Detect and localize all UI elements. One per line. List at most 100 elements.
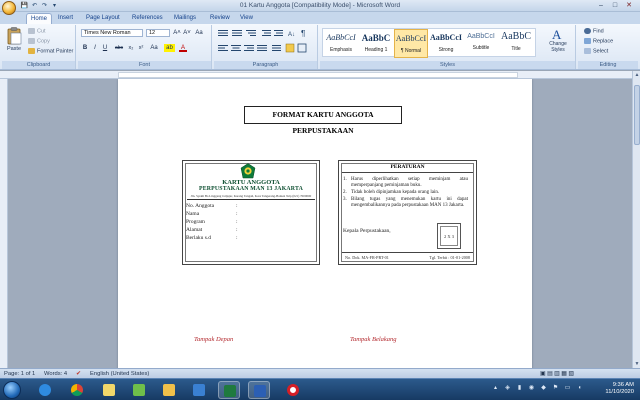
paste-button[interactable]: Paste (4, 27, 24, 57)
rule-1: 1. Harus diperlihatkan setiap meminjam at… (343, 177, 468, 188)
format-painter-button[interactable]: Format Painter (28, 48, 73, 54)
tab-references[interactable]: References (128, 13, 167, 24)
horizontal-ruler[interactable] (0, 71, 632, 79)
tray-device-icon[interactable]: ◉ (528, 385, 535, 392)
find-button[interactable]: Find (584, 28, 604, 34)
style-preview: AaBbCcI (467, 33, 495, 40)
change-styles-button[interactable]: A Change Styles (542, 27, 574, 59)
binoculars-icon (584, 28, 591, 34)
grow-font-button[interactable]: A˄ (173, 29, 181, 37)
caption-front: Tampak Depan (194, 336, 234, 343)
taskbar-notes[interactable] (98, 381, 120, 399)
tab-home[interactable]: Home (26, 13, 53, 24)
vertical-scrollbar[interactable]: ▲ ▼ (632, 71, 640, 368)
increase-indent-icon (274, 30, 283, 31)
format-title: FORMAT KARTU ANGGOTA PERPUSTAKAAN (244, 106, 402, 135)
font-color-button[interactable]: A (179, 44, 187, 52)
word-count[interactable]: Words: 4 (44, 370, 67, 378)
card-back-divider (342, 172, 473, 173)
font-name-box[interactable]: Times New Roman (81, 29, 143, 37)
clock-date: 11/10/2020 (605, 389, 634, 395)
tray-misc-icon[interactable]: ◆ (540, 385, 547, 392)
ribbon-tabs: Home Insert Page Layout References Maili… (0, 12, 640, 24)
vertical-ruler[interactable] (0, 79, 8, 368)
superscript-button[interactable]: x² (137, 44, 145, 52)
opera-icon (287, 384, 299, 396)
taskbar-ie[interactable] (34, 381, 56, 399)
minimize-button[interactable]: – (594, 1, 608, 10)
taskbar-chrome[interactable] (66, 381, 88, 399)
app-icon (193, 384, 205, 396)
change-case-button[interactable]: Aa (149, 44, 159, 52)
internet-explorer-icon (39, 384, 51, 396)
highlight-button[interactable]: ab (164, 44, 175, 52)
taskbar-opera[interactable] (282, 381, 304, 399)
styles-group-label: Styles (320, 61, 575, 69)
taskbar-excel[interactable] (218, 381, 240, 399)
office-button[interactable] (2, 1, 16, 15)
window-title: 01 Kartu Anggota [Compatibility Mode] - … (239, 2, 401, 9)
start-button[interactable] (3, 381, 21, 399)
language-indicator[interactable]: English (United States) (90, 370, 149, 378)
maximize-button[interactable]: □ (608, 1, 622, 10)
battery-icon[interactable]: ▭ (564, 385, 571, 392)
cursor-icon (584, 48, 591, 54)
field-label: Program (186, 219, 205, 225)
style-emphasis[interactable]: AaBbCcI Emphasis (324, 29, 358, 58)
clear-formatting-button[interactable]: Aa (195, 29, 203, 37)
copy-button[interactable]: Copy (28, 38, 50, 44)
font-group: Times New Roman 12 A˄ A˅ Aa B I U abc x₂… (78, 25, 212, 69)
tab-view[interactable]: View (236, 13, 257, 24)
tab-mailings[interactable]: Mailings (170, 13, 200, 24)
clock[interactable]: 9:36 AM 11/10/2020 (605, 382, 634, 396)
tray-app-icon[interactable]: ◈ (504, 385, 511, 392)
font-size-box[interactable]: 12 (146, 29, 170, 37)
style-name: ¶ Normal (400, 48, 422, 54)
style-normal[interactable]: AaBbCcI ¶ Normal (394, 29, 428, 58)
style-subtitle[interactable]: AaBbCcI Subtitle (464, 29, 498, 58)
page-count[interactable]: Page: 1 of 1 (4, 370, 35, 378)
view-buttons-icon[interactable]: ▣ ▤ ▥ ▦ ▧ (540, 370, 574, 378)
word-window: 💾 ↶ ↷ ▾ 01 Kartu Anggota [Compatibility … (0, 0, 640, 400)
shrink-font-button[interactable]: A˅ (183, 29, 191, 37)
tab-insert[interactable]: Insert (54, 13, 77, 24)
subscript-button[interactable]: x₂ (127, 44, 135, 52)
rule-text: Tidak boleh dipinjamkan kepada orang lai… (351, 190, 440, 195)
taskbar-word[interactable] (248, 381, 270, 399)
scroll-down-icon[interactable]: ▼ (633, 360, 640, 368)
scroll-up-icon[interactable]: ▲ (633, 71, 640, 79)
paragraph-group-label: Paragraph (214, 61, 317, 69)
underline-button[interactable]: U (101, 44, 109, 52)
select-button[interactable]: Select (584, 48, 608, 54)
style-preview: AaBbCcI (326, 33, 356, 42)
style-strong[interactable]: AaBbCcI Strong (429, 29, 463, 58)
field-program: Program: (186, 219, 314, 225)
style-name: Emphasis (330, 47, 352, 53)
field-colon: : (236, 211, 238, 217)
tab-page-layout[interactable]: Page Layout (82, 13, 124, 24)
madrasah-logo-icon (240, 163, 256, 179)
document-page[interactable]: FORMAT KARTU ANGGOTA PERPUSTAKAAN KARTU … (118, 79, 532, 368)
proofing-icon[interactable]: ✔ (76, 370, 81, 378)
scroll-thumb[interactable] (634, 85, 640, 145)
cut-button[interactable]: Cut (28, 28, 46, 34)
italic-button[interactable]: I (91, 44, 99, 52)
show-marks-icon: ¶ (301, 29, 305, 38)
strikethrough-button[interactable]: abc (113, 44, 125, 52)
network-icon[interactable]: ▮ (516, 385, 523, 392)
replace-button[interactable]: Replace (584, 38, 613, 44)
tray-flag-icon[interactable]: ⚑ (552, 385, 559, 392)
taskbar-folder[interactable] (158, 381, 180, 399)
notes-icon (103, 384, 115, 396)
style-name: Strong (438, 47, 454, 53)
taskbar-app[interactable] (188, 381, 210, 399)
tab-review[interactable]: Review (206, 13, 234, 24)
tray-arrow-icon[interactable]: ▴ (492, 385, 499, 392)
bullets-icon (218, 30, 228, 31)
style-title[interactable]: AaBbC Title (499, 29, 533, 58)
close-button[interactable]: ✕ (622, 1, 636, 10)
bold-button[interactable]: B (81, 44, 89, 52)
volume-icon[interactable]: ◖ (576, 385, 583, 392)
taskbar-media[interactable] (128, 381, 150, 399)
style-heading-1[interactable]: AaBbC Heading 1 (359, 29, 393, 58)
